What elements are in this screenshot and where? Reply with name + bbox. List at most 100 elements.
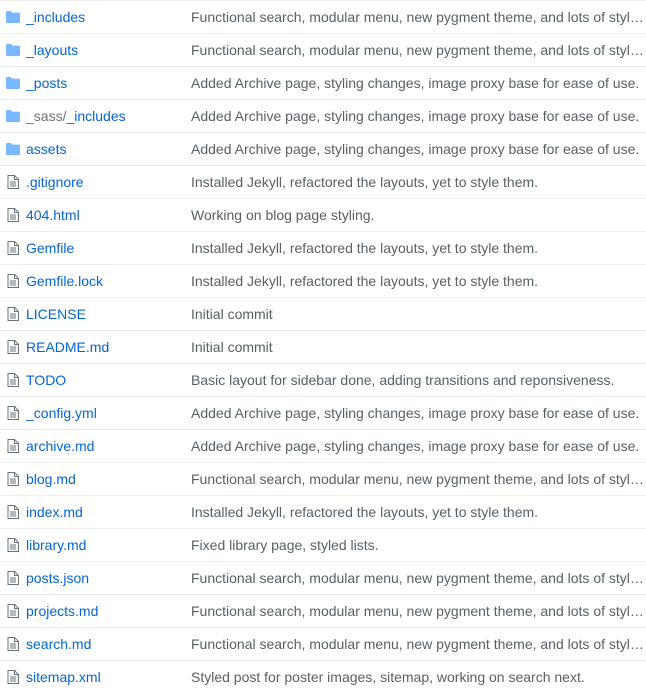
file-icon [0,340,26,354]
commit-message[interactable]: Functional search, modular menu, new pyg… [191,9,646,25]
file-name-cell: Gemfile.lock [26,273,191,289]
file-icon [0,571,26,585]
folder-icon [0,77,26,89]
file-name-link[interactable]: sitemap.xml [26,669,101,685]
file-name-link[interactable]: search.md [26,636,91,652]
file-name-link[interactable]: library.md [26,537,86,553]
file-name-link[interactable]: _config.yml [26,405,97,421]
file-icon [0,307,26,321]
file-name-link[interactable]: .gitignore [26,174,84,190]
commit-message[interactable]: Initial commit [191,339,646,355]
file-name-link[interactable]: assets [26,141,66,157]
commit-message[interactable]: Functional search, modular menu, new pyg… [191,570,646,586]
file-name-cell: projects.md [26,603,191,619]
file-name-cell: _sass/_includes [26,108,191,124]
file-name-link[interactable]: _layouts [26,42,78,58]
file-row: library.md Fixed library page, styled li… [0,529,646,562]
file-name-cell: blog.md [26,471,191,487]
commit-message[interactable]: Functional search, modular menu, new pyg… [191,603,646,619]
commit-message[interactable]: Functional search, modular menu, new pyg… [191,471,646,487]
commit-message[interactable]: Working on blog page styling. [191,207,646,223]
file-row: 404.html Working on blog page styling. [0,199,646,232]
file-name-link[interactable]: _includes [26,9,85,25]
file-row: _posts Added Archive page, styling chang… [0,67,646,100]
file-name-cell: LICENSE [26,306,191,322]
commit-message[interactable]: Installed Jekyll, refactored the layouts… [191,504,646,520]
file-icon [0,208,26,222]
file-row: .gitignore Installed Jekyll, refactored … [0,166,646,199]
commit-message[interactable]: Styled post for poster images, sitemap, … [191,669,646,685]
file-row: sitemap.xml Styled post for poster image… [0,661,646,691]
file-name-cell: archive.md [26,438,191,454]
commit-message[interactable]: Added Archive page, styling changes, ima… [191,108,646,124]
file-icon [0,604,26,618]
file-icon [0,406,26,420]
file-name-cell: posts.json [26,570,191,586]
file-name-link[interactable]: 404.html [26,207,80,223]
file-path-prefix: _sass/ [26,108,67,124]
commit-message[interactable]: Fixed library page, styled lists. [191,537,646,553]
file-row: _sass/_includes Added Archive page, styl… [0,100,646,133]
file-name-cell: _layouts [26,42,191,58]
file-row: README.md Initial commit [0,331,646,364]
file-icon [0,175,26,189]
file-name-cell: _includes [26,9,191,25]
file-icon [0,505,26,519]
file-name-link[interactable]: _posts [26,75,67,91]
file-name-link[interactable]: TODO [26,372,66,388]
commit-message[interactable]: Installed Jekyll, refactored the layouts… [191,273,646,289]
commit-message[interactable]: Added Archive page, styling changes, ima… [191,405,646,421]
file-row: Gemfile Installed Jekyll, refactored the… [0,232,646,265]
file-name-link[interactable]: Gemfile.lock [26,273,103,289]
file-name-cell: README.md [26,339,191,355]
file-name-cell: .gitignore [26,174,191,190]
file-name-cell: search.md [26,636,191,652]
file-row: posts.json Functional search, modular me… [0,562,646,595]
file-name-link[interactable]: projects.md [26,603,98,619]
file-icon [0,439,26,453]
file-name-link[interactable]: archive.md [26,438,94,454]
file-name-cell: 404.html [26,207,191,223]
file-name-cell: sitemap.xml [26,669,191,685]
file-name-cell: library.md [26,537,191,553]
file-name-link[interactable]: README.md [26,339,109,355]
commit-message[interactable]: Functional search, modular menu, new pyg… [191,636,646,652]
file-row: index.md Installed Jekyll, refactored th… [0,496,646,529]
file-name-link[interactable]: _includes [66,108,125,124]
folder-icon [0,110,26,122]
file-name-cell: TODO [26,372,191,388]
file-name-cell: index.md [26,504,191,520]
file-icon [0,670,26,684]
file-row: _includes Functional search, modular men… [0,1,646,34]
file-row: TODO Basic layout for sidebar done, addi… [0,364,646,397]
file-name-cell: _posts [26,75,191,91]
folder-icon [0,11,26,23]
commit-message[interactable]: Added Archive page, styling changes, ima… [191,141,646,157]
file-row: archive.md Added Archive page, styling c… [0,430,646,463]
commit-message[interactable]: Added Archive page, styling changes, ima… [191,75,646,91]
file-name-cell: assets [26,141,191,157]
file-row: _config.yml Added Archive page, styling … [0,397,646,430]
commit-message[interactable]: Added Archive page, styling changes, ima… [191,438,646,454]
file-name-link[interactable]: Gemfile [26,240,74,256]
folder-icon [0,44,26,56]
file-name-link[interactable]: posts.json [26,570,89,586]
file-name-link[interactable]: index.md [26,504,83,520]
file-name-cell: Gemfile [26,240,191,256]
file-row: search.md Functional search, modular men… [0,628,646,661]
file-icon [0,274,26,288]
file-row: projects.md Functional search, modular m… [0,595,646,628]
file-row: LICENSE Initial commit [0,298,646,331]
commit-message[interactable]: Functional search, modular menu, new pyg… [191,42,646,58]
file-icon [0,373,26,387]
file-icon [0,538,26,552]
commit-message[interactable]: Basic layout for sidebar done, adding tr… [191,372,646,388]
file-icon [0,241,26,255]
file-icon [0,472,26,486]
file-name-link[interactable]: LICENSE [26,306,86,322]
commit-message[interactable]: Installed Jekyll, refactored the layouts… [191,240,646,256]
commit-message[interactable]: Installed Jekyll, refactored the layouts… [191,174,646,190]
file-row: blog.md Functional search, modular menu,… [0,463,646,496]
file-name-link[interactable]: blog.md [26,471,76,487]
commit-message[interactable]: Initial commit [191,306,646,322]
